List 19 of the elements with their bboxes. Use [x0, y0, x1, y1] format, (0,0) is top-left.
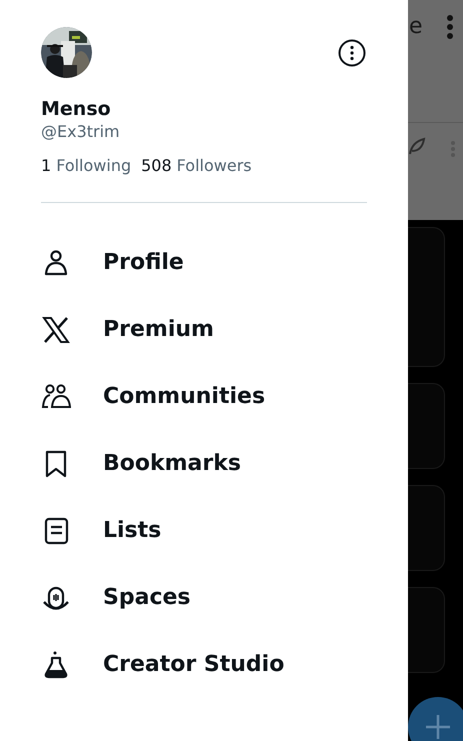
- menu-item[interactable]: Premium: [41, 296, 367, 363]
- menu-item[interactable]: Bookmarks: [41, 430, 367, 497]
- feather-icon: [408, 136, 426, 156]
- menu-item[interactable]: Lists: [41, 497, 367, 564]
- display-name: Menso: [41, 98, 112, 120]
- header-text: e: [409, 14, 423, 39]
- plus-icon: [426, 715, 450, 739]
- menu-item[interactable]: Spaces: [41, 564, 367, 631]
- menu-item[interactable]: Communities: [41, 363, 367, 430]
- more-options-button[interactable]: [338, 39, 366, 67]
- followers-label[interactable]: Followers: [176, 156, 252, 175]
- username: @Ex3trim: [41, 122, 121, 141]
- following-count[interactable]: 1: [41, 156, 52, 175]
- menu-item[interactable]: Profile: [41, 229, 367, 296]
- menu-item[interactable]: Creator Studio: [41, 631, 367, 698]
- followers-count[interactable]: 508: [141, 156, 172, 175]
- more-icon[interactable]: [446, 14, 454, 40]
- following-label[interactable]: Following: [56, 156, 132, 175]
- x-icon: [41, 314, 71, 344]
